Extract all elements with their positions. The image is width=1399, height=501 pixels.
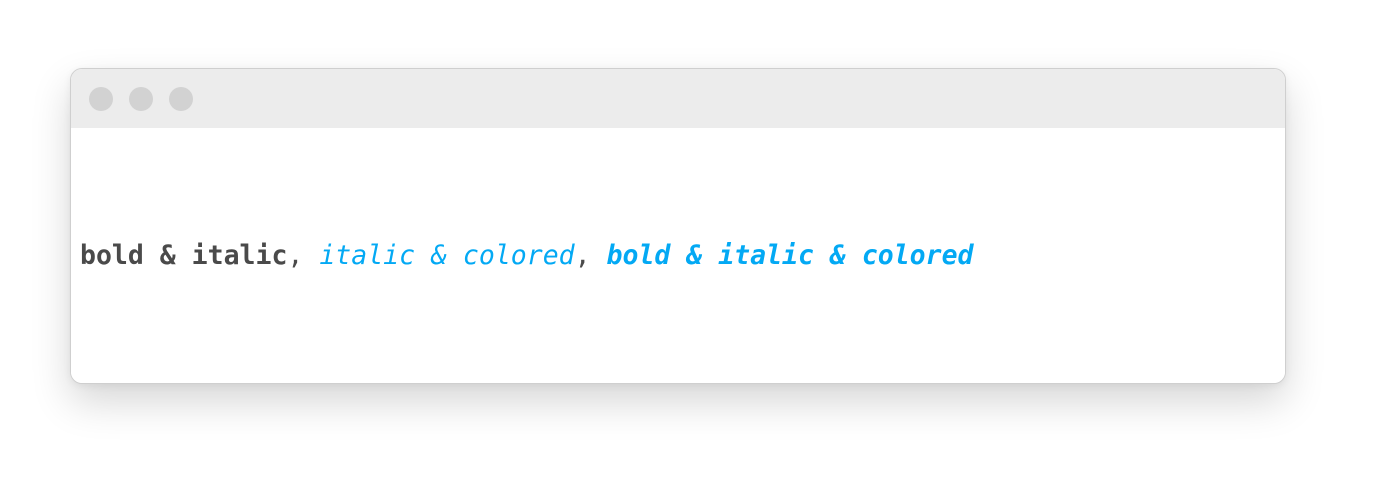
bold-italic-colored-segment: bold & italic & colored bbox=[606, 240, 974, 271]
zoom-button[interactable] bbox=[169, 87, 193, 111]
italic-colored-segment: italic & colored bbox=[319, 240, 575, 271]
content-area: bold & italic, italic & colored, bold & … bbox=[71, 128, 1285, 383]
styled-text-line: bold & italic, italic & colored, bold & … bbox=[80, 238, 974, 274]
terminal-window: bold & italic, italic & colored, bold & … bbox=[70, 68, 1286, 384]
title-bar[interactable] bbox=[71, 69, 1285, 128]
separator-comma-1: , bbox=[287, 240, 320, 271]
close-button[interactable] bbox=[89, 87, 113, 111]
minimize-button[interactable] bbox=[129, 87, 153, 111]
bold-text-segment: bold & italic bbox=[80, 240, 288, 271]
separator-comma-2: , bbox=[574, 240, 607, 271]
